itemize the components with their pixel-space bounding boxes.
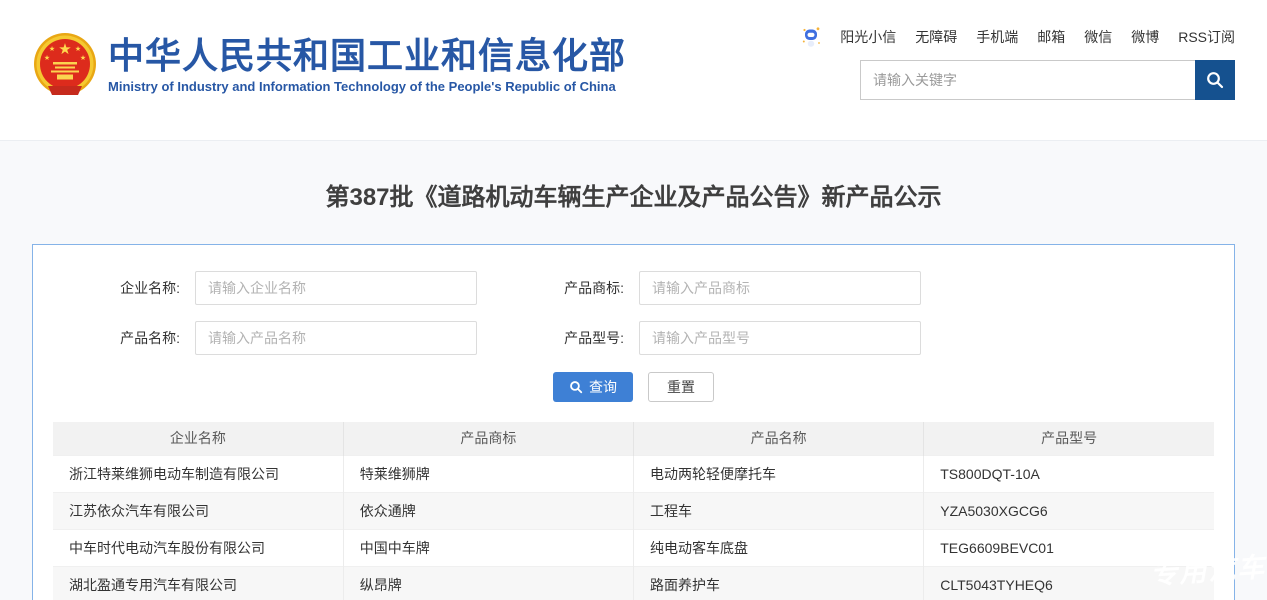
column-header-3: 产品型号 — [924, 422, 1214, 455]
filter-input-1[interactable] — [639, 271, 921, 305]
nav-item-1[interactable]: 无障碍 — [915, 27, 957, 47]
site-title: 中华人民共和国工业和信息化部 — [108, 36, 626, 76]
table-row: 江苏依众汽车有限公司依众通牌工程车YZA5030XGCG6 — [53, 492, 1214, 529]
top-nav: 阳光小信无障碍手机端邮箱微信微博 RSS订阅 — [801, 26, 1235, 48]
svg-text:★: ★ — [75, 45, 81, 53]
filter-input-2[interactable] — [195, 321, 477, 355]
nav-item-4[interactable]: 微信 — [1084, 27, 1112, 47]
filter-label-3: 产品型号: — [477, 328, 639, 348]
results-table: 企业名称产品商标产品名称产品型号 浙江特莱维狮电动车制造有限公司特莱维狮牌电动两… — [53, 422, 1214, 600]
svg-text:★: ★ — [44, 54, 50, 62]
header-search-button[interactable] — [1195, 60, 1235, 100]
nav-item-2[interactable]: 手机端 — [976, 27, 1018, 47]
table-cell: 依众通牌 — [343, 492, 633, 529]
nav-items: 阳光小信无障碍手机端邮箱微信微博 RSS订阅 — [840, 27, 1235, 47]
filter-label-2: 产品名称: — [33, 328, 195, 348]
table-cell: 江苏依众汽车有限公司 — [53, 492, 343, 529]
form-row: 产品名称: 产品型号: — [33, 321, 1234, 355]
table-row: 中车时代电动汽车股份有限公司中国中车牌纯电动客车底盘TEG6609BEVC01 — [53, 529, 1214, 566]
svg-text:★: ★ — [58, 41, 71, 58]
robot-icon — [801, 26, 821, 48]
table-cell: 纯电动客车底盘 — [634, 529, 924, 566]
query-button-label: 查询 — [589, 377, 617, 397]
table-cell: TEG6609BEVC01 — [924, 529, 1214, 566]
main-content: 第387批《道路机动车辆生产企业及产品公告》新产品公示 企业名称: 产品商标: 产品… — [0, 184, 1267, 600]
brand-text: 中华人民共和国工业和信息化部 Ministry of Industry and … — [108, 36, 626, 95]
nav-item-0[interactable]: 阳光小信 — [840, 27, 896, 47]
reset-button[interactable]: 重置 — [648, 372, 714, 402]
filter-form: 企业名称: 产品商标: 产品名称: 产品型号: — [33, 271, 1234, 355]
brand: ★ ★ ★ ★ ★ 中华人民共和国工业和信息化部 Ministry of Ind… — [32, 32, 626, 98]
search-icon — [1205, 70, 1225, 90]
site-header: ★ ★ ★ ★ ★ 中华人民共和国工业和信息化部 Ministry of Ind… — [0, 0, 1267, 141]
table-cell: 纵昂牌 — [343, 566, 633, 600]
column-header-1: 产品商标 — [343, 422, 633, 455]
table-row: 湖北盈通专用汽车有限公司纵昂牌路面养护车CLT5043TYHEQ6 — [53, 566, 1214, 600]
table-cell: YZA5030XGCG6 — [924, 492, 1214, 529]
filter-field-1: 产品商标: — [477, 271, 921, 305]
nav-item-5[interactable]: 微博 — [1131, 27, 1159, 47]
nav-item-3[interactable]: 邮箱 — [1037, 27, 1065, 47]
table-cell: TS800DQT-10A — [924, 455, 1214, 492]
filter-field-2: 产品名称: — [33, 321, 477, 355]
site-subtitle: Ministry of Industry and Information Tec… — [108, 79, 626, 94]
table-header-row: 企业名称产品商标产品名称产品型号 — [53, 422, 1214, 455]
svg-text:★: ★ — [80, 54, 86, 62]
nav-item-6[interactable]: RSS订阅 — [1178, 27, 1235, 47]
filter-input-0[interactable] — [195, 271, 477, 305]
form-row: 企业名称: 产品商标: — [33, 271, 1234, 305]
table-cell: 浙江特莱维狮电动车制造有限公司 — [53, 455, 343, 492]
table-cell: 湖北盈通专用汽车有限公司 — [53, 566, 343, 600]
filter-input-3[interactable] — [639, 321, 921, 355]
table-cell: 路面养护车 — [634, 566, 924, 600]
form-actions: 查询 重置 — [33, 372, 1234, 402]
column-header-2: 产品名称 — [634, 422, 924, 455]
query-button[interactable]: 查询 — [553, 372, 633, 402]
national-emblem-icon: ★ ★ ★ ★ ★ — [32, 32, 98, 98]
table-cell: 中国中车牌 — [343, 529, 633, 566]
content-panel: 企业名称:产品商标:产品名称:产品型号: 查询 重置 企业名称产品商标产品名称产… — [32, 244, 1235, 600]
filter-label-1: 产品商标: — [477, 278, 639, 298]
table-cell: CLT5043TYHEQ6 — [924, 566, 1214, 600]
header-search — [860, 60, 1235, 100]
filter-label-0: 企业名称: — [33, 278, 195, 298]
header-right: 阳光小信无障碍手机端邮箱微信微博 RSS订阅 — [801, 26, 1235, 100]
nav-mascot — [801, 26, 821, 48]
svg-text:★: ★ — [49, 45, 55, 53]
table-cell: 特莱维狮牌 — [343, 455, 633, 492]
page-title: 第387批《道路机动车辆生产企业及产品公告》新产品公示 — [0, 184, 1267, 212]
table-cell: 电动两轮轻便摩托车 — [634, 455, 924, 492]
table-row: 浙江特莱维狮电动车制造有限公司特莱维狮牌电动两轮轻便摩托车TS800DQT-10… — [53, 455, 1214, 492]
search-icon — [569, 380, 583, 394]
table-cell: 工程车 — [634, 492, 924, 529]
filter-field-0: 企业名称: — [33, 271, 477, 305]
header-search-input[interactable] — [860, 60, 1195, 100]
column-header-0: 企业名称 — [53, 422, 343, 455]
filter-field-3: 产品型号: — [477, 321, 921, 355]
results-table-wrap: 企业名称产品商标产品名称产品型号 浙江特莱维狮电动车制造有限公司特莱维狮牌电动两… — [53, 422, 1214, 600]
table-cell: 中车时代电动汽车股份有限公司 — [53, 529, 343, 566]
